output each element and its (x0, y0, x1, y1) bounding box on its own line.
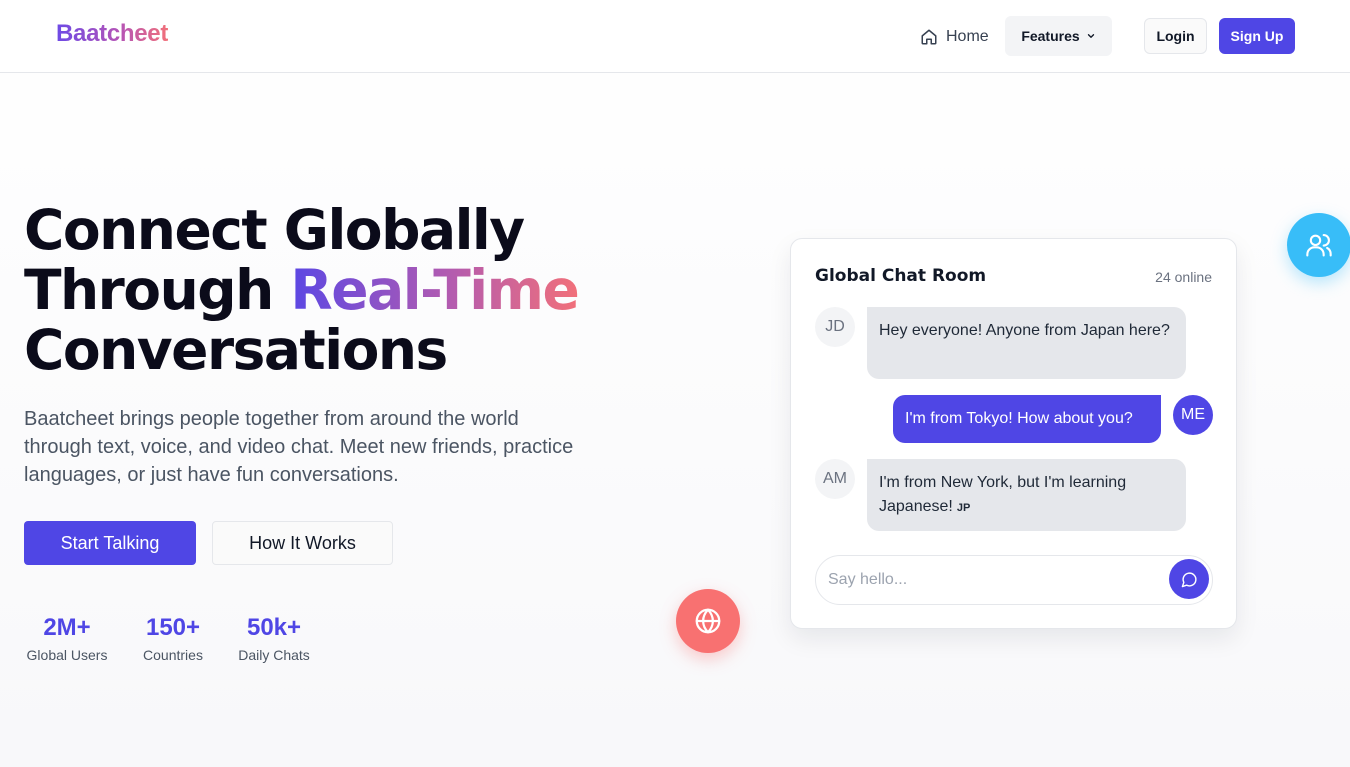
avatar: AM (815, 459, 855, 499)
nav-features-label: Features (1021, 28, 1080, 44)
signup-button[interactable]: Sign Up (1219, 18, 1295, 54)
message-text: I'm from New York, but I'm learning Japa… (879, 474, 1127, 515)
chat-room-title: Global Chat Room (815, 266, 987, 286)
stat-value: 50k+ (246, 614, 302, 641)
users-icon (1306, 234, 1332, 257)
message-circle-icon (1181, 571, 1197, 587)
send-message-button[interactable] (1169, 559, 1209, 599)
stat-value: 150+ (145, 614, 201, 641)
how-it-works-button[interactable]: How It Works (212, 521, 393, 565)
nav-home-label: Home (946, 28, 989, 45)
users-badge (1287, 213, 1350, 277)
hero-description: Baatcheet brings people together from ar… (24, 408, 574, 486)
flag-badge: JP (956, 502, 971, 514)
message-text: I'm from Tokyo! How about you? (905, 410, 1133, 427)
nav-home-link[interactable]: Home (920, 24, 989, 50)
stat-countries: 150+ Countries (140, 614, 206, 665)
avatar-me: ME (1173, 395, 1213, 435)
hero-title-line2: Through (24, 258, 291, 322)
hero-title: Connect Globally Through Real-Time Conve… (24, 200, 664, 380)
globe-icon (695, 608, 721, 634)
hero-title-highlight: Real-Time (290, 258, 579, 322)
stat-daily-chats: 50k+ Daily Chats (236, 614, 312, 665)
chat-input-container (815, 555, 1213, 605)
stat-global-users: 2M+ Global Users (24, 614, 110, 665)
login-button[interactable]: Login (1144, 18, 1207, 54)
navbar: Baatcheet Home Features Login Sign Up (0, 0, 1350, 73)
globe-badge (676, 589, 740, 653)
online-count: 24 online (1155, 269, 1212, 285)
message-bubble-incoming: I'm from New York, but I'm learning Japa… (867, 459, 1186, 531)
message-text: Hey everyone! Anyone from Japan here? (879, 322, 1170, 339)
chat-preview-card: Global Chat Room 24 online JD Hey everyo… (790, 238, 1237, 629)
start-talking-button[interactable]: Start Talking (24, 521, 196, 565)
hero-title-line1: Connect Globally (24, 198, 525, 262)
stat-label: Global Users (26, 647, 108, 663)
stat-value: 2M+ (43, 614, 91, 641)
hero-title-line3: Conversations (24, 318, 448, 382)
chevron-down-icon (1087, 34, 1094, 38)
message-bubble-incoming: Hey everyone! Anyone from Japan here? (867, 307, 1186, 379)
stat-label: Countries (143, 647, 203, 663)
message-bubble-outgoing: I'm from Tokyo! How about you? (893, 395, 1161, 443)
avatar: JD (815, 307, 855, 347)
home-icon (921, 29, 937, 45)
nav-features-dropdown[interactable]: Features (1005, 16, 1112, 56)
brand-logo[interactable]: Baatcheet (56, 20, 168, 48)
chat-message-input[interactable] (828, 571, 1158, 589)
stat-label: Daily Chats (238, 647, 310, 663)
